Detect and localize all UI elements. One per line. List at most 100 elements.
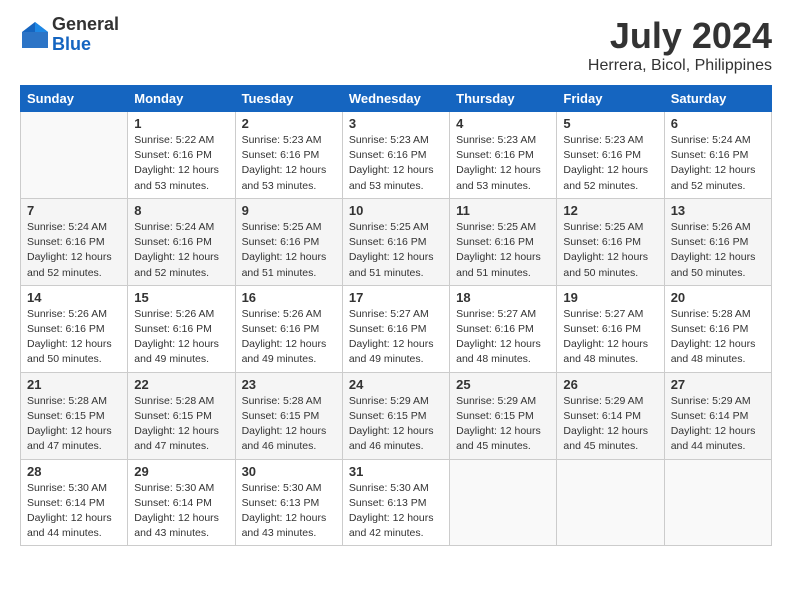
day-info: Sunrise: 5:30 AMSunset: 6:13 PMDaylight:… (242, 481, 336, 542)
month-year: July 2024 (588, 15, 772, 57)
day-number: 9 (242, 203, 336, 218)
calendar-cell (450, 459, 557, 546)
day-info: Sunrise: 5:25 AMSunset: 6:16 PMDaylight:… (349, 220, 443, 281)
day-number: 8 (134, 203, 228, 218)
week-row-1: 1 Sunrise: 5:22 AMSunset: 6:16 PMDaylight… (21, 112, 772, 199)
day-number: 18 (456, 290, 550, 305)
day-info: Sunrise: 5:30 AMSunset: 6:14 PMDaylight:… (27, 481, 121, 542)
day-number: 27 (671, 377, 765, 392)
week-row-4: 21 Sunrise: 5:28 AMSunset: 6:15 PMDayligh… (21, 372, 772, 459)
day-info: Sunrise: 5:28 AMSunset: 6:15 PMDaylight:… (242, 394, 336, 455)
day-number: 13 (671, 203, 765, 218)
day-info: Sunrise: 5:30 AMSunset: 6:13 PMDaylight:… (349, 481, 443, 542)
calendar-cell: 27 Sunrise: 5:29 AMSunset: 6:14 PMDayligh… (664, 372, 771, 459)
day-number: 28 (27, 464, 121, 479)
day-number: 2 (242, 116, 336, 131)
calendar-cell: 23Sunrise: 5:28 AMSunset: 6:15 PMDayligh… (235, 372, 342, 459)
day-number: 11 (456, 203, 550, 218)
day-info: Sunrise: 5:29 AMSunset: 6:15 PMDaylight:… (349, 394, 443, 455)
calendar-cell: 22 Sunrise: 5:28 AMSunset: 6:15 PMDayligh… (128, 372, 235, 459)
day-info: Sunrise: 5:23 AMSunset: 6:16 PMDaylight:… (563, 133, 657, 194)
day-number: 21 (27, 377, 121, 392)
calendar-cell: 20Sunrise: 5:28 AMSunset: 6:16 PMDayligh… (664, 285, 771, 372)
calendar-cell: 12 Sunrise: 5:25 AMSunset: 6:16 PMDayligh… (557, 198, 664, 285)
day-info: Sunrise: 5:28 AMSunset: 6:15 PMDaylight:… (27, 394, 121, 455)
day-number: 5 (563, 116, 657, 131)
day-number: 20 (671, 290, 765, 305)
day-info: Sunrise: 5:23 AMSunset: 6:16 PMDaylight:… (456, 133, 550, 194)
day-info: Sunrise: 5:24 AMSunset: 6:16 PMDaylight:… (134, 220, 228, 281)
day-number: 16 (242, 290, 336, 305)
day-info: Sunrise: 5:22 AMSunset: 6:16 PMDaylight:… (134, 133, 228, 194)
logo-general: General (52, 15, 119, 35)
day-number: 1 (134, 116, 228, 131)
day-number: 12 (563, 203, 657, 218)
header-cell-tuesday: Tuesday (235, 86, 342, 112)
calendar-cell: 1 Sunrise: 5:22 AMSunset: 6:16 PMDaylight… (128, 112, 235, 199)
day-number: 17 (349, 290, 443, 305)
calendar-cell: 28 Sunrise: 5:30 AMSunset: 6:14 PMDayligh… (21, 459, 128, 546)
day-info: Sunrise: 5:25 AMSunset: 6:16 PMDaylight:… (456, 220, 550, 281)
day-number: 26 (563, 377, 657, 392)
header-cell-thursday: Thursday (450, 86, 557, 112)
day-number: 14 (27, 290, 121, 305)
calendar-cell: 4 Sunrise: 5:23 AMSunset: 6:16 PMDaylight… (450, 112, 557, 199)
calendar-table: SundayMondayTuesdayWednesdayThursdayFrid… (20, 85, 772, 546)
day-number: 22 (134, 377, 228, 392)
calendar-cell: 21 Sunrise: 5:28 AMSunset: 6:15 PMDayligh… (21, 372, 128, 459)
day-number: 7 (27, 203, 121, 218)
calendar-cell: 29Sunrise: 5:30 AMSunset: 6:14 PMDayligh… (128, 459, 235, 546)
calendar-cell: 13 Sunrise: 5:26 AMSunset: 6:16 PMDayligh… (664, 198, 771, 285)
day-info: Sunrise: 5:26 AMSunset: 6:16 PMDaylight:… (242, 307, 336, 368)
week-row-2: 7 Sunrise: 5:24 AMSunset: 6:16 PMDaylight… (21, 198, 772, 285)
logo-text: General Blue (52, 15, 119, 55)
calendar-cell: 7 Sunrise: 5:24 AMSunset: 6:16 PMDaylight… (21, 198, 128, 285)
calendar-cell: 31 Sunrise: 5:30 AMSunset: 6:13 PMDayligh… (342, 459, 449, 546)
week-row-5: 28 Sunrise: 5:30 AMSunset: 6:14 PMDayligh… (21, 459, 772, 546)
title-block: July 2024 Herrera, Bicol, Philippines (588, 15, 772, 75)
calendar-cell (21, 112, 128, 199)
day-number: 25 (456, 377, 550, 392)
calendar-cell: 18Sunrise: 5:27 AMSunset: 6:16 PMDayligh… (450, 285, 557, 372)
day-info: Sunrise: 5:25 AMSunset: 6:16 PMDaylight:… (242, 220, 336, 281)
calendar-cell: 14Sunrise: 5:26 AMSunset: 6:16 PMDayligh… (21, 285, 128, 372)
day-info: Sunrise: 5:29 AMSunset: 6:14 PMDaylight:… (671, 394, 765, 455)
calendar-cell: 3 Sunrise: 5:23 AMSunset: 6:16 PMDaylight… (342, 112, 449, 199)
day-number: 3 (349, 116, 443, 131)
day-number: 10 (349, 203, 443, 218)
calendar-cell: 10 Sunrise: 5:25 AMSunset: 6:16 PMDayligh… (342, 198, 449, 285)
header-cell-sunday: Sunday (21, 86, 128, 112)
calendar-cell: 8 Sunrise: 5:24 AMSunset: 6:16 PMDaylight… (128, 198, 235, 285)
day-info: Sunrise: 5:24 AMSunset: 6:16 PMDaylight:… (671, 133, 765, 194)
day-number: 15 (134, 290, 228, 305)
day-number: 4 (456, 116, 550, 131)
day-info: Sunrise: 5:29 AMSunset: 6:15 PMDaylight:… (456, 394, 550, 455)
day-info: Sunrise: 5:29 AMSunset: 6:14 PMDaylight:… (563, 394, 657, 455)
day-number: 6 (671, 116, 765, 131)
week-row-3: 14 Sunrise: 5:26 AMSunset: 6:16 PMDayligh… (21, 285, 772, 372)
calendar-cell: 2Sunrise: 5:23 AMSunset: 6:16 PMDaylight… (235, 112, 342, 199)
day-info: Sunrise: 5:25 AMSunset: 6:16 PMDaylight:… (563, 220, 657, 281)
day-info: Sunrise: 5:30 AMSunset: 6:14 PMDaylight:… (134, 481, 228, 542)
day-info: Sunrise: 5:28 AMSunset: 6:15 PMDaylight:… (134, 394, 228, 455)
header-cell-friday: Friday (557, 86, 664, 112)
location: Herrera, Bicol, Philippines (588, 57, 772, 75)
day-info: Sunrise: 5:26 AMSunset: 6:16 PMDaylight:… (671, 220, 765, 281)
calendar-cell: 6 Sunrise: 5:24 AMSunset: 6:16 PMDaylight… (664, 112, 771, 199)
calendar-cell: 19Sunrise: 5:27 AMSunset: 6:16 PMDayligh… (557, 285, 664, 372)
calendar-cell (664, 459, 771, 546)
calendar-cell: 17Sunrise: 5:27 AMSunset: 6:16 PMDayligh… (342, 285, 449, 372)
calendar-cell: 30 Sunrise: 5:30 AMSunset: 6:13 PMDayligh… (235, 459, 342, 546)
header-row: SundayMondayTuesdayWednesdayThursdayFrid… (21, 86, 772, 112)
day-info: Sunrise: 5:26 AMSunset: 6:16 PMDaylight:… (134, 307, 228, 368)
calendar-cell: 15 Sunrise: 5:26 AMSunset: 6:16 PMDayligh… (128, 285, 235, 372)
calendar-cell: 26 Sunrise: 5:29 AMSunset: 6:14 PMDayligh… (557, 372, 664, 459)
day-number: 31 (349, 464, 443, 479)
header-cell-monday: Monday (128, 86, 235, 112)
calendar-cell: 5 Sunrise: 5:23 AMSunset: 6:16 PMDaylight… (557, 112, 664, 199)
day-info: Sunrise: 5:23 AMSunset: 6:16 PMDaylight:… (349, 133, 443, 194)
calendar-cell: 16 Sunrise: 5:26 AMSunset: 6:16 PMDayligh… (235, 285, 342, 372)
calendar-cell: 24Sunrise: 5:29 AMSunset: 6:15 PMDayligh… (342, 372, 449, 459)
day-number: 30 (242, 464, 336, 479)
day-info: Sunrise: 5:24 AMSunset: 6:16 PMDaylight:… (27, 220, 121, 281)
